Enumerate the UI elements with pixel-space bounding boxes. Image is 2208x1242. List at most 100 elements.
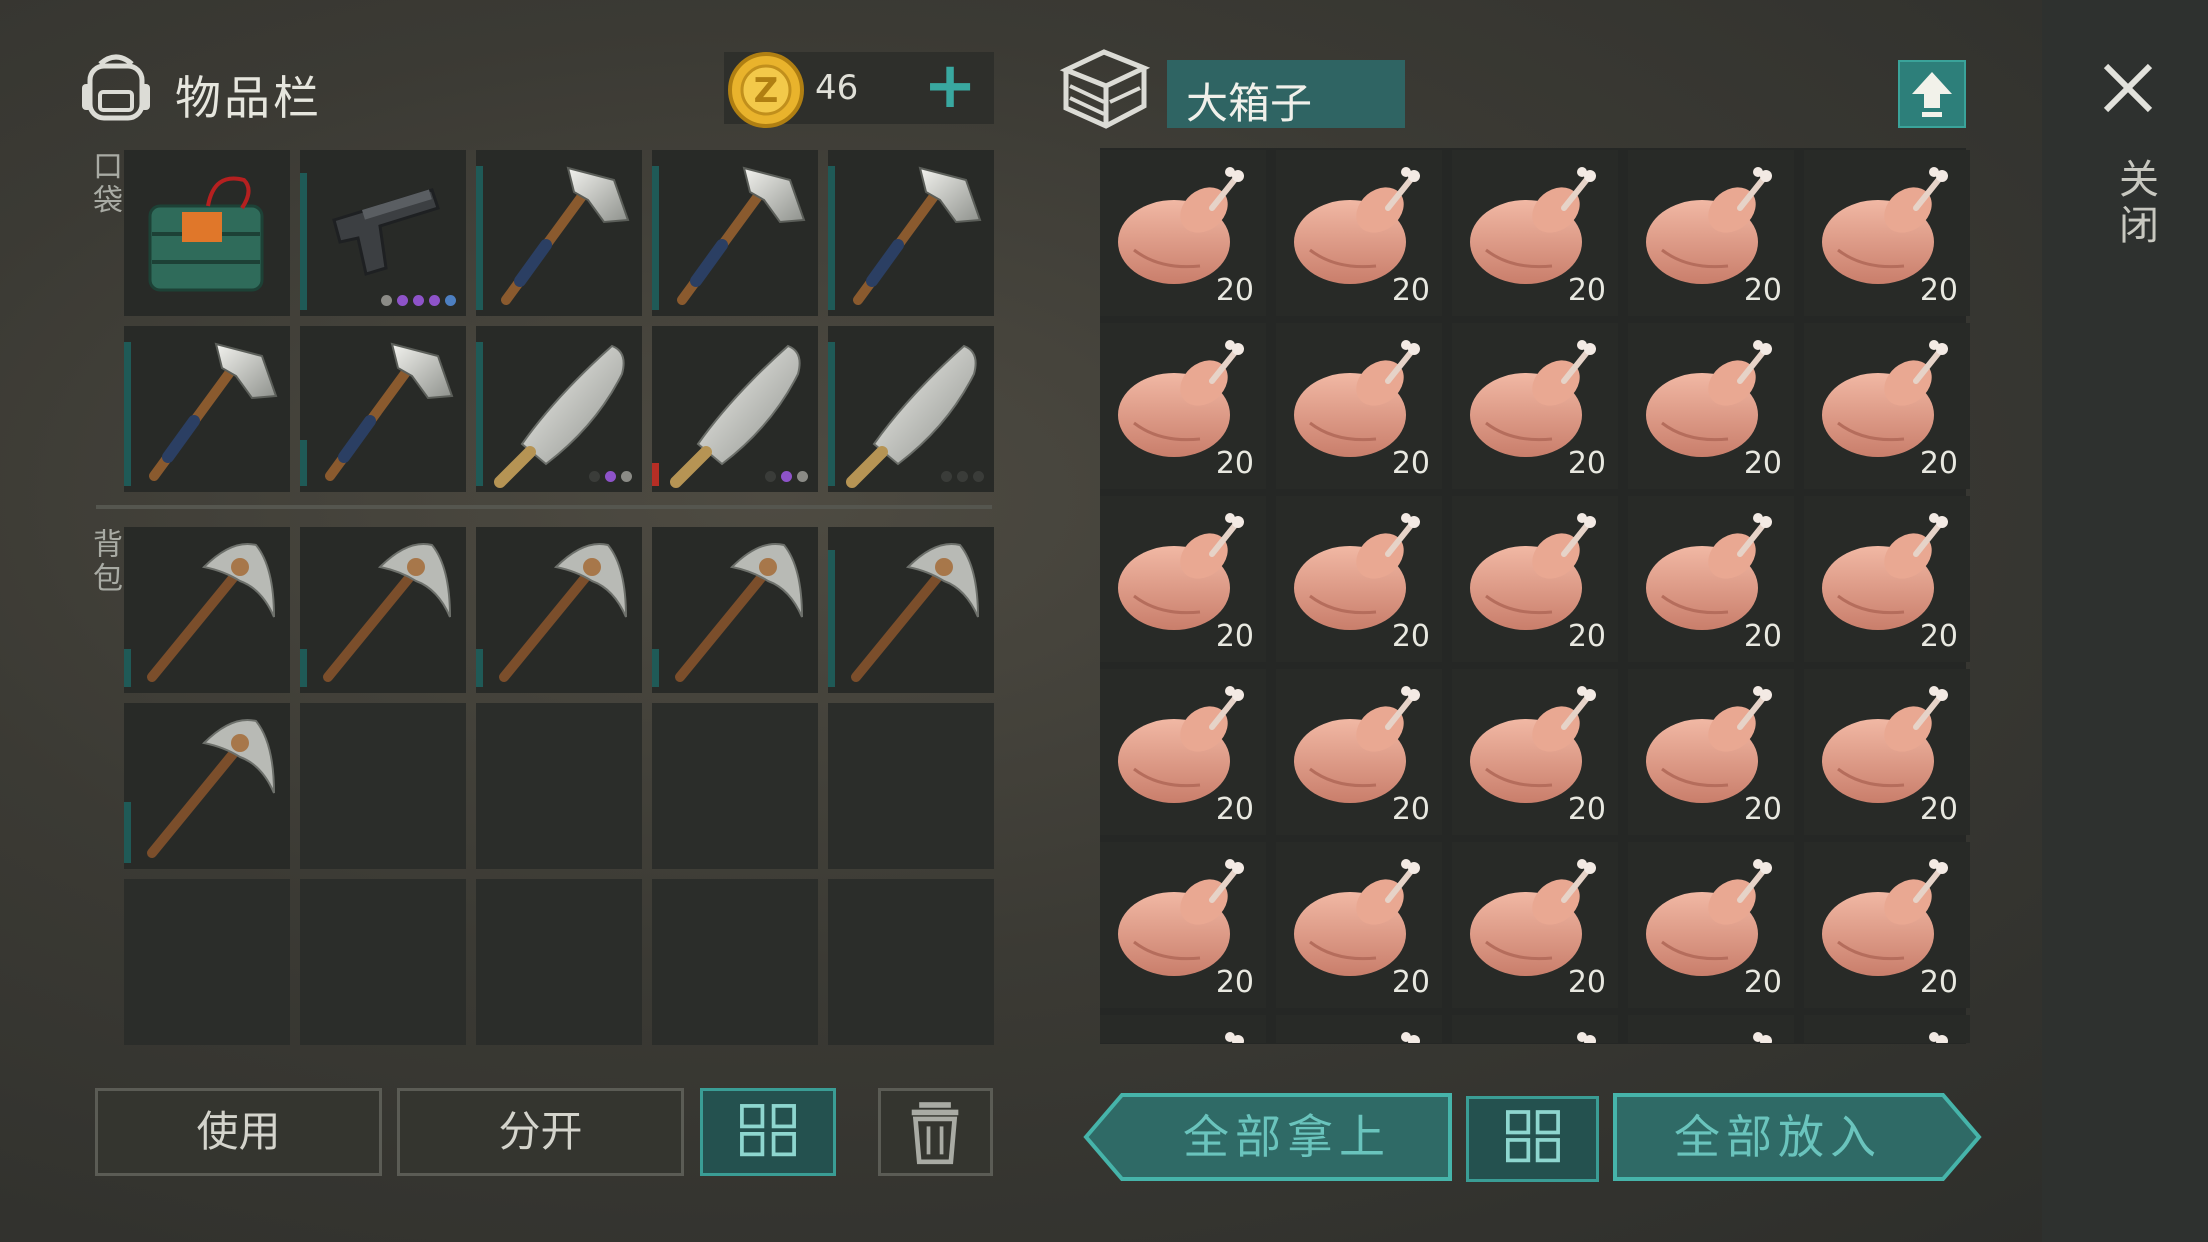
item-quantity: 20 — [1919, 965, 1958, 1000]
sort-inventory-button[interactable] — [700, 1088, 836, 1176]
split-button[interactable]: 分开 — [397, 1088, 684, 1176]
inventory-slot[interactable] — [476, 326, 642, 492]
container-title: 大箱子 — [1186, 79, 1313, 128]
pickaxe-icon — [828, 527, 994, 693]
sort-container-button[interactable] — [1466, 1096, 1599, 1182]
pickaxe-icon — [124, 527, 290, 693]
inventory-slot[interactable]: 20 — [1628, 150, 1794, 316]
put-all-label: 全部放入 — [1674, 1110, 1882, 1164]
inventory-slot[interactable] — [476, 150, 642, 316]
inventory-slot[interactable] — [1276, 1015, 1442, 1043]
inventory-slot[interactable] — [652, 326, 818, 492]
inventory-slot[interactable]: 20 — [1628, 842, 1794, 1008]
item-quantity: 20 — [1391, 965, 1430, 1000]
item-quantity: 20 — [1391, 446, 1430, 481]
rarity-dot — [397, 295, 408, 306]
inventory-slot[interactable]: 20 — [1100, 323, 1266, 489]
inventory-slot[interactable] — [1804, 1015, 1970, 1043]
inventory-slot[interactable]: 20 — [1628, 669, 1794, 835]
rarity-dot — [957, 471, 968, 482]
inventory-slot[interactable] — [124, 326, 290, 492]
inventory-slot[interactable] — [300, 150, 466, 316]
item-quantity: 20 — [1919, 792, 1958, 827]
inventory-slot[interactable] — [124, 150, 290, 316]
coin-icon: Z — [726, 50, 806, 130]
upload-button[interactable] — [1898, 60, 1966, 128]
inventory-slot[interactable]: 20 — [1452, 496, 1618, 662]
inventory-slot[interactable]: 20 — [1276, 669, 1442, 835]
inventory-slot[interactable] — [828, 150, 994, 316]
raw-chicken-icon — [1276, 1015, 1442, 1043]
item-quantity: 20 — [1215, 446, 1254, 481]
inventory-slot[interactable]: 20 — [1276, 496, 1442, 662]
inventory-slot[interactable] — [1100, 1015, 1266, 1043]
inventory-slot[interactable]: 20 — [1804, 496, 1970, 662]
inventory-slot[interactable]: 20 — [1628, 496, 1794, 662]
inventory-slot[interactable] — [1628, 1015, 1794, 1043]
inventory-slot[interactable] — [124, 703, 290, 869]
item-quantity: 20 — [1391, 273, 1430, 308]
inventory-slot[interactable]: 20 — [1452, 323, 1618, 489]
inventory-slot[interactable] — [300, 527, 466, 693]
use-button[interactable]: 使用 — [95, 1088, 382, 1176]
inventory-slot[interactable] — [124, 527, 290, 693]
inventory-slot[interactable] — [828, 326, 994, 492]
inventory-slot[interactable] — [300, 326, 466, 492]
inventory-title: 物品栏 — [175, 71, 322, 125]
item-quantity: 20 — [1743, 619, 1782, 654]
trash-button[interactable] — [878, 1088, 993, 1176]
empty-slot[interactable] — [652, 879, 818, 1045]
inventory-slot[interactable]: 20 — [1804, 323, 1970, 489]
item-quantity: 20 — [1391, 619, 1430, 654]
inventory-slot[interactable]: 20 — [1100, 669, 1266, 835]
pocket-label: 口袋 — [87, 150, 122, 218]
inventory-slot[interactable]: 20 — [1804, 150, 1970, 316]
section-divider — [96, 505, 992, 509]
item-quantity: 20 — [1919, 446, 1958, 481]
item-quantity: 20 — [1567, 273, 1606, 308]
inventory-slot[interactable]: 20 — [1452, 150, 1618, 316]
inventory-slot[interactable] — [828, 527, 994, 693]
inventory-slot[interactable]: 20 — [1804, 669, 1970, 835]
inventory-slot[interactable]: 20 — [1628, 323, 1794, 489]
axe-icon — [652, 150, 818, 316]
empty-slot[interactable] — [476, 879, 642, 1045]
empty-slot[interactable] — [476, 703, 642, 869]
rarity-dot — [429, 295, 440, 306]
inventory-slot[interactable]: 20 — [1452, 669, 1618, 835]
pickaxe-icon — [652, 527, 818, 693]
item-quantity: 20 — [1215, 273, 1254, 308]
empty-slot[interactable] — [652, 703, 818, 869]
close-label[interactable]: 关闭 — [2106, 158, 2164, 250]
empty-slot[interactable] — [300, 703, 466, 869]
inventory-slot[interactable]: 20 — [1100, 842, 1266, 1008]
take-all-button[interactable]: 全部拿上 — [1082, 1093, 1452, 1181]
inventory-slot[interactable] — [652, 150, 818, 316]
close-icon[interactable] — [2098, 58, 2158, 118]
raw-chicken-icon — [1804, 1015, 1970, 1043]
rarity-dot — [413, 295, 424, 306]
inventory-slot[interactable] — [476, 527, 642, 693]
inventory-slot[interactable]: 20 — [1276, 842, 1442, 1008]
inventory-slot[interactable]: 20 — [1100, 496, 1266, 662]
inventory-slot[interactable]: 20 — [1804, 842, 1970, 1008]
inventory-slot[interactable]: 20 — [1100, 150, 1266, 316]
empty-slot[interactable] — [300, 879, 466, 1045]
empty-slot[interactable] — [828, 879, 994, 1045]
rarity-dot — [973, 471, 984, 482]
inventory-slot[interactable] — [1452, 1015, 1618, 1043]
add-coins-button[interactable]: + — [922, 54, 978, 118]
empty-slot[interactable] — [828, 703, 994, 869]
inventory-slot[interactable]: 20 — [1276, 150, 1442, 316]
rarity-dot — [797, 471, 808, 482]
rarity-dot — [941, 471, 952, 482]
inventory-slot[interactable]: 20 — [1452, 842, 1618, 1008]
put-all-button[interactable]: 全部放入 — [1613, 1093, 1983, 1181]
item-quantity: 20 — [1215, 965, 1254, 1000]
c4-explosive-icon — [124, 150, 290, 316]
rarity-dots — [381, 295, 456, 306]
rarity-dot — [589, 471, 600, 482]
inventory-slot[interactable]: 20 — [1276, 323, 1442, 489]
inventory-slot[interactable] — [652, 527, 818, 693]
empty-slot[interactable] — [124, 879, 290, 1045]
